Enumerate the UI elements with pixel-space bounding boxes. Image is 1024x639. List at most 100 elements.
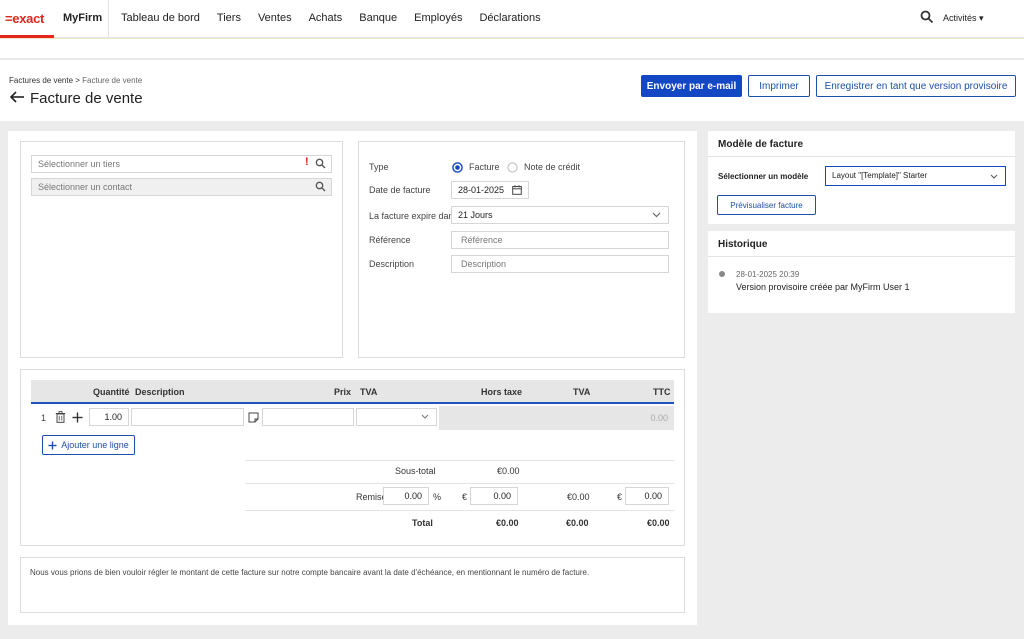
- main-menu: Tableau de bord Tiers Ventes Achats Banq…: [121, 12, 558, 24]
- search-icon[interactable]: [315, 158, 326, 169]
- breadcrumb-current: Facture de vente: [82, 76, 143, 85]
- add-line-button[interactable]: Ajouter une ligne: [42, 435, 135, 455]
- template-select[interactable]: Layout "[Template]" Starter: [825, 166, 1006, 186]
- price-input[interactable]: [262, 408, 354, 426]
- percent-sign: %: [433, 492, 442, 502]
- expires-select[interactable]: 21 Jours: [451, 206, 669, 224]
- notification-bar: [0, 38, 1024, 60]
- quantity-input[interactable]: 1.00: [89, 408, 129, 426]
- print-button[interactable]: Imprimer: [748, 75, 810, 97]
- radio-credit-note[interactable]: [507, 162, 518, 173]
- col-vat: TVA: [360, 387, 378, 397]
- back-arrow-icon[interactable]: [9, 89, 25, 105]
- firm-name[interactable]: MyFirm: [63, 12, 102, 24]
- required-indicator: !: [305, 156, 309, 168]
- chevron-down-icon: [652, 212, 661, 218]
- save-draft-button[interactable]: Enregistrer en tant que version provisoi…: [816, 75, 1016, 97]
- col-excl: Hors taxe: [481, 387, 523, 397]
- contact-placeholder: Sélectionner un contact: [38, 182, 133, 192]
- history-event: Version provisoire créée par MyFirm User…: [736, 282, 910, 292]
- description-input[interactable]: Description: [451, 255, 669, 273]
- subtotal-label: Sous-total: [395, 466, 436, 476]
- discount-ttc-input[interactable]: 0.00: [625, 487, 669, 505]
- nav-item-bank[interactable]: Banque: [359, 12, 397, 24]
- nav-divider: [108, 0, 109, 38]
- total-label: Total: [412, 518, 433, 528]
- footer-note-text: Nous vous prions de bien vouloir régler …: [30, 568, 590, 577]
- line-totals-cell: 0.00: [439, 406, 674, 430]
- divider: [245, 460, 674, 461]
- footer-note-section[interactable]: Nous vous prions de bien vouloir régler …: [20, 557, 685, 613]
- plus-icon[interactable]: [72, 412, 83, 423]
- plus-icon: [48, 441, 57, 449]
- quantity-value: 1.00: [104, 412, 122, 422]
- activities-menu[interactable]: Activités ▾: [943, 13, 984, 24]
- nav-item-employees[interactable]: Employés: [414, 12, 462, 24]
- line-ttc-value: 0.00: [650, 413, 668, 423]
- template-panel: Modèle de facture Sélectionner un modèle…: [708, 131, 1015, 224]
- discount-vat: €0.00: [567, 492, 590, 502]
- radio-invoice-selected[interactable]: [452, 162, 463, 173]
- nav-item-dashboard[interactable]: Tableau de bord: [121, 12, 200, 24]
- nav-item-sales[interactable]: Ventes: [258, 12, 292, 24]
- divider: [245, 510, 674, 511]
- col-price: Prix: [334, 387, 352, 397]
- expires-label: La facture expire dans: [369, 211, 451, 221]
- col-quantity: Quantité: [93, 387, 130, 397]
- discount-percent-value: 0.00: [404, 491, 422, 501]
- discount-percent-input[interactable]: 0.00: [383, 487, 429, 505]
- nav-item-purchases[interactable]: Achats: [309, 12, 343, 24]
- description-placeholder: Description: [461, 259, 507, 269]
- nav-item-declarations[interactable]: Déclarations: [479, 12, 540, 24]
- reference-label: Référence: [369, 235, 411, 245]
- logo-text: =exact: [5, 11, 45, 26]
- party-section: [20, 141, 343, 358]
- discount-ttc-value: 0.00: [644, 491, 662, 501]
- euro-sign: €: [617, 492, 623, 502]
- search-icon[interactable]: [920, 10, 934, 24]
- col-vat-amount: TVA: [573, 387, 591, 397]
- line-description-input[interactable]: [131, 408, 244, 426]
- template-select-label: Sélectionner un modèle: [718, 172, 809, 181]
- breadcrumb-separator: >: [73, 76, 83, 85]
- col-incl: TTC: [653, 387, 671, 397]
- line-number: 1: [41, 413, 47, 423]
- history-dot-icon: [719, 271, 725, 277]
- nav-item-tiers[interactable]: Tiers: [217, 12, 241, 24]
- invoice-date-value: 28-01-2025: [458, 185, 505, 195]
- invoice-date-label: Date de facture: [369, 185, 431, 195]
- breadcrumb-parent[interactable]: Factures de vente: [9, 76, 73, 85]
- preview-invoice-button[interactable]: Prévisualiser facture: [717, 195, 816, 215]
- divider: [708, 156, 1015, 157]
- history-title: Historique: [718, 239, 768, 250]
- total-excl: €0.00: [496, 518, 519, 528]
- reference-input[interactable]: Référence: [451, 231, 669, 249]
- contact-select-field[interactable]: Sélectionner un contact: [31, 178, 332, 196]
- trash-icon[interactable]: [55, 411, 66, 423]
- discount-amount-value: 0.00: [493, 491, 511, 501]
- lines-table-header: Quantité Description Prix TVA Hors taxe …: [31, 380, 674, 404]
- chevron-down-icon: [421, 414, 429, 419]
- type-credit-label: Note de crédit: [524, 162, 581, 172]
- divider: [245, 483, 674, 484]
- chevron-down-icon: [990, 174, 998, 179]
- search-icon[interactable]: [315, 181, 326, 192]
- history-panel: Historique 28-01-2025 20:39 Version prov…: [708, 231, 1015, 313]
- euro-sign: €: [462, 492, 468, 502]
- calendar-icon[interactable]: [512, 185, 522, 195]
- add-line-label: Ajouter une ligne: [61, 440, 129, 450]
- note-icon[interactable]: [248, 412, 259, 423]
- divider: [708, 256, 1015, 257]
- exact-logo[interactable]: =exact: [0, 0, 54, 38]
- top-navigation: =exact MyFirm Tableau de bord Tiers Vent…: [0, 0, 1024, 38]
- history-timestamp: 28-01-2025 20:39: [736, 270, 800, 279]
- subtotal-excl: €0.00: [497, 466, 520, 476]
- type-invoice-label: Facture: [469, 162, 500, 172]
- send-email-button[interactable]: Envoyer par e-mail: [641, 75, 742, 97]
- total-vat: €0.00: [566, 518, 589, 528]
- breadcrumb: Factures de vente > Facture de vente: [9, 76, 142, 85]
- description-label: Description: [369, 259, 415, 269]
- discount-amount-input[interactable]: 0.00: [470, 487, 518, 505]
- type-label: Type: [369, 162, 389, 172]
- tiers-select-field[interactable]: Sélectionner un tiers: [31, 155, 332, 173]
